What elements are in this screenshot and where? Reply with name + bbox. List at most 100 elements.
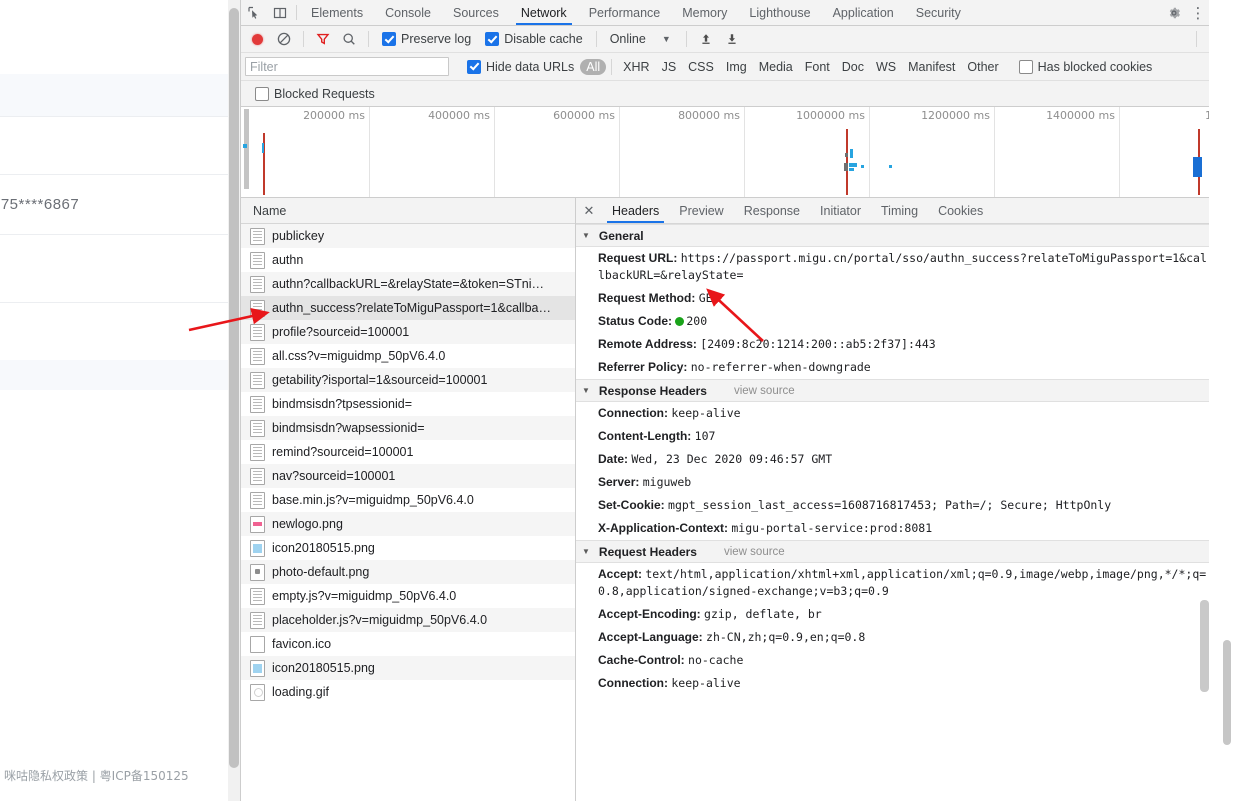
request-list-item[interactable]: remind?sourceid=100001 xyxy=(241,440,575,464)
more-vertical-icon[interactable]: ⋮ xyxy=(1187,4,1209,22)
filter-type-other[interactable]: Other xyxy=(961,59,1004,75)
tab-lighthouse[interactable]: Lighthouse xyxy=(738,0,821,25)
hide-data-urls-checkbox[interactable] xyxy=(467,59,481,74)
request-list-item[interactable]: empty.js?v=miguidmp_50pV6.4.0 xyxy=(241,584,575,608)
tab-initiator[interactable]: Initiator xyxy=(810,198,871,223)
tab-memory[interactable]: Memory xyxy=(671,0,738,25)
tab-security[interactable]: Security xyxy=(905,0,972,25)
filter-type-doc[interactable]: Doc xyxy=(836,59,870,75)
window-scrollbar-thumb[interactable] xyxy=(1223,640,1231,745)
headers-content[interactable]: ▼ General Request URL: https://passport.mi… xyxy=(576,224,1209,801)
network-overview-timeline[interactable]: 200000 ms 400000 ms 600000 ms 800000 ms … xyxy=(241,107,1209,198)
inspect-element-icon[interactable] xyxy=(241,0,267,25)
clear-icon[interactable] xyxy=(272,28,296,50)
filter-type-xhr[interactable]: XHR xyxy=(617,59,655,75)
request-list-item[interactable]: placeholder.js?v=miguidmp_50pV6.4.0 xyxy=(241,608,575,632)
request-list-header[interactable]: Name xyxy=(241,198,575,224)
disable-cache-label: Disable cache xyxy=(504,32,583,46)
filter-type-media[interactable]: Media xyxy=(753,59,799,75)
close-icon[interactable]: ✕ xyxy=(576,198,602,223)
tab-timing[interactable]: Timing xyxy=(871,198,928,223)
export-har-icon[interactable] xyxy=(720,28,744,50)
tab-performance[interactable]: Performance xyxy=(578,0,672,25)
tab-application[interactable]: Application xyxy=(822,0,905,25)
headers-section-header[interactable]: ▼ Response Headers view source xyxy=(576,379,1209,402)
filter-type-js[interactable]: JS xyxy=(656,59,683,75)
overview-tick-label: 1000000 ms xyxy=(796,109,865,122)
header-row: Accept-Encoding: gzip, deflate, br xyxy=(576,603,1209,626)
headers-section-title: Request Headers xyxy=(598,544,697,559)
tab-network[interactable]: Network xyxy=(510,0,578,25)
request-list-item[interactable]: authn xyxy=(241,248,575,272)
hide-data-urls-toggle[interactable]: Hide data URLs xyxy=(467,59,574,74)
request-list-item[interactable]: bindmsisdn?tpsessionid= xyxy=(241,392,575,416)
request-list-item[interactable]: photo-default.png xyxy=(241,560,575,584)
request-list-item[interactable]: base.min.js?v=miguidmp_50pV6.4.0 xyxy=(241,488,575,512)
device-toolbar-icon[interactable] xyxy=(267,0,293,25)
preserve-log-checkbox[interactable] xyxy=(382,32,396,46)
filter-input[interactable] xyxy=(245,57,449,76)
request-list-item[interactable]: all.css?v=miguidmp_50pV6.4.0 xyxy=(241,344,575,368)
request-type-doc-icon xyxy=(250,395,265,413)
request-list-item[interactable]: loading.gif xyxy=(241,680,575,704)
page-footer-text: 咪咕隐私权政策 | 粤ICP备150125 xyxy=(4,769,189,783)
search-icon[interactable] xyxy=(337,28,361,50)
headers-section-header[interactable]: ▼ Request Headers view source xyxy=(576,540,1209,563)
request-type-doc-icon xyxy=(250,299,265,317)
tab-sources[interactable]: Sources xyxy=(442,0,510,25)
record-stop-icon[interactable] xyxy=(252,33,263,45)
tab-cookies[interactable]: Cookies xyxy=(928,198,993,223)
chevron-down-icon[interactable]: ▼ xyxy=(662,34,671,44)
request-list-item[interactable]: bindmsisdn?wapsessionid= xyxy=(241,416,575,440)
overview-request-bar xyxy=(849,163,857,167)
gear-icon[interactable] xyxy=(1161,6,1187,20)
details-scrollbar-thumb[interactable] xyxy=(1200,600,1209,692)
chevron-down-icon[interactable]: ▼ xyxy=(582,547,590,556)
import-har-icon[interactable] xyxy=(694,28,718,50)
blocked-requests-checkbox[interactable] xyxy=(255,86,269,101)
request-list-item[interactable]: profile?sourceid=100001 xyxy=(241,320,575,344)
request-list-item[interactable]: icon20180515.png xyxy=(241,656,575,680)
overview-request-bar xyxy=(243,144,247,148)
preserve-log-toggle[interactable]: Preserve log xyxy=(382,32,471,46)
overview-request-block xyxy=(1193,157,1202,177)
has-blocked-cookies-toggle[interactable]: Has blocked cookies xyxy=(1018,59,1152,74)
request-list-item[interactable]: icon20180515.png xyxy=(241,536,575,560)
headers-section-header[interactable]: ▼ General xyxy=(576,224,1209,247)
filter-type-all[interactable]: All xyxy=(580,58,607,75)
filter-type-manifest[interactable]: Manifest xyxy=(902,59,961,75)
request-name: remind?sourceid=100001 xyxy=(272,445,414,459)
view-source-link[interactable]: view source xyxy=(734,385,795,397)
has-blocked-cookies-checkbox[interactable] xyxy=(1018,59,1033,74)
view-source-link[interactable]: view source xyxy=(724,546,785,558)
chevron-down-icon[interactable]: ▼ xyxy=(582,231,590,240)
filter-type-font[interactable]: Font xyxy=(799,59,836,75)
tab-console[interactable]: Console xyxy=(374,0,442,25)
request-list-item[interactable]: favicon.ico xyxy=(241,632,575,656)
request-list-item[interactable]: nav?sourceid=100001 xyxy=(241,464,575,488)
throttle-select-value[interactable]: Online xyxy=(604,32,646,46)
blocked-requests-toggle[interactable]: Blocked Requests xyxy=(255,86,375,101)
tab-preview[interactable]: Preview xyxy=(669,198,733,223)
page-scrollbar-thumb[interactable] xyxy=(229,8,239,768)
tab-headers[interactable]: Headers xyxy=(602,198,669,223)
request-list-item[interactable]: publickey xyxy=(241,224,575,248)
tab-preview-label: Preview xyxy=(679,203,724,218)
disable-cache-checkbox[interactable] xyxy=(485,32,500,46)
request-list-item[interactable]: authn?callbackURL=&relayState=&token=STn… xyxy=(241,272,575,296)
filter-type-css[interactable]: CSS xyxy=(682,59,720,75)
request-list-item[interactable]: getability?isportal=1&sourceid=100001 xyxy=(241,368,575,392)
request-list[interactable]: publickey authn authn?callbackURL=&relaySt… xyxy=(241,224,575,801)
tab-response[interactable]: Response xyxy=(734,198,810,223)
request-list-item[interactable]: newlogo.png xyxy=(241,512,575,536)
request-name: publickey xyxy=(272,229,325,243)
chevron-down-icon[interactable]: ▼ xyxy=(582,386,590,395)
request-type-doc-icon xyxy=(250,611,265,629)
tab-elements[interactable]: Elements xyxy=(300,0,374,25)
filter-type-ws[interactable]: WS xyxy=(870,59,902,75)
disable-cache-toggle[interactable]: Disable cache xyxy=(485,32,583,46)
request-list-item[interactable]: authn_success?relateToMiguPassport=1&cal… xyxy=(241,296,575,320)
filter-funnel-icon[interactable] xyxy=(311,28,335,50)
overview-tick-label: 400000 ms xyxy=(428,109,490,122)
filter-type-img[interactable]: Img xyxy=(720,59,753,75)
